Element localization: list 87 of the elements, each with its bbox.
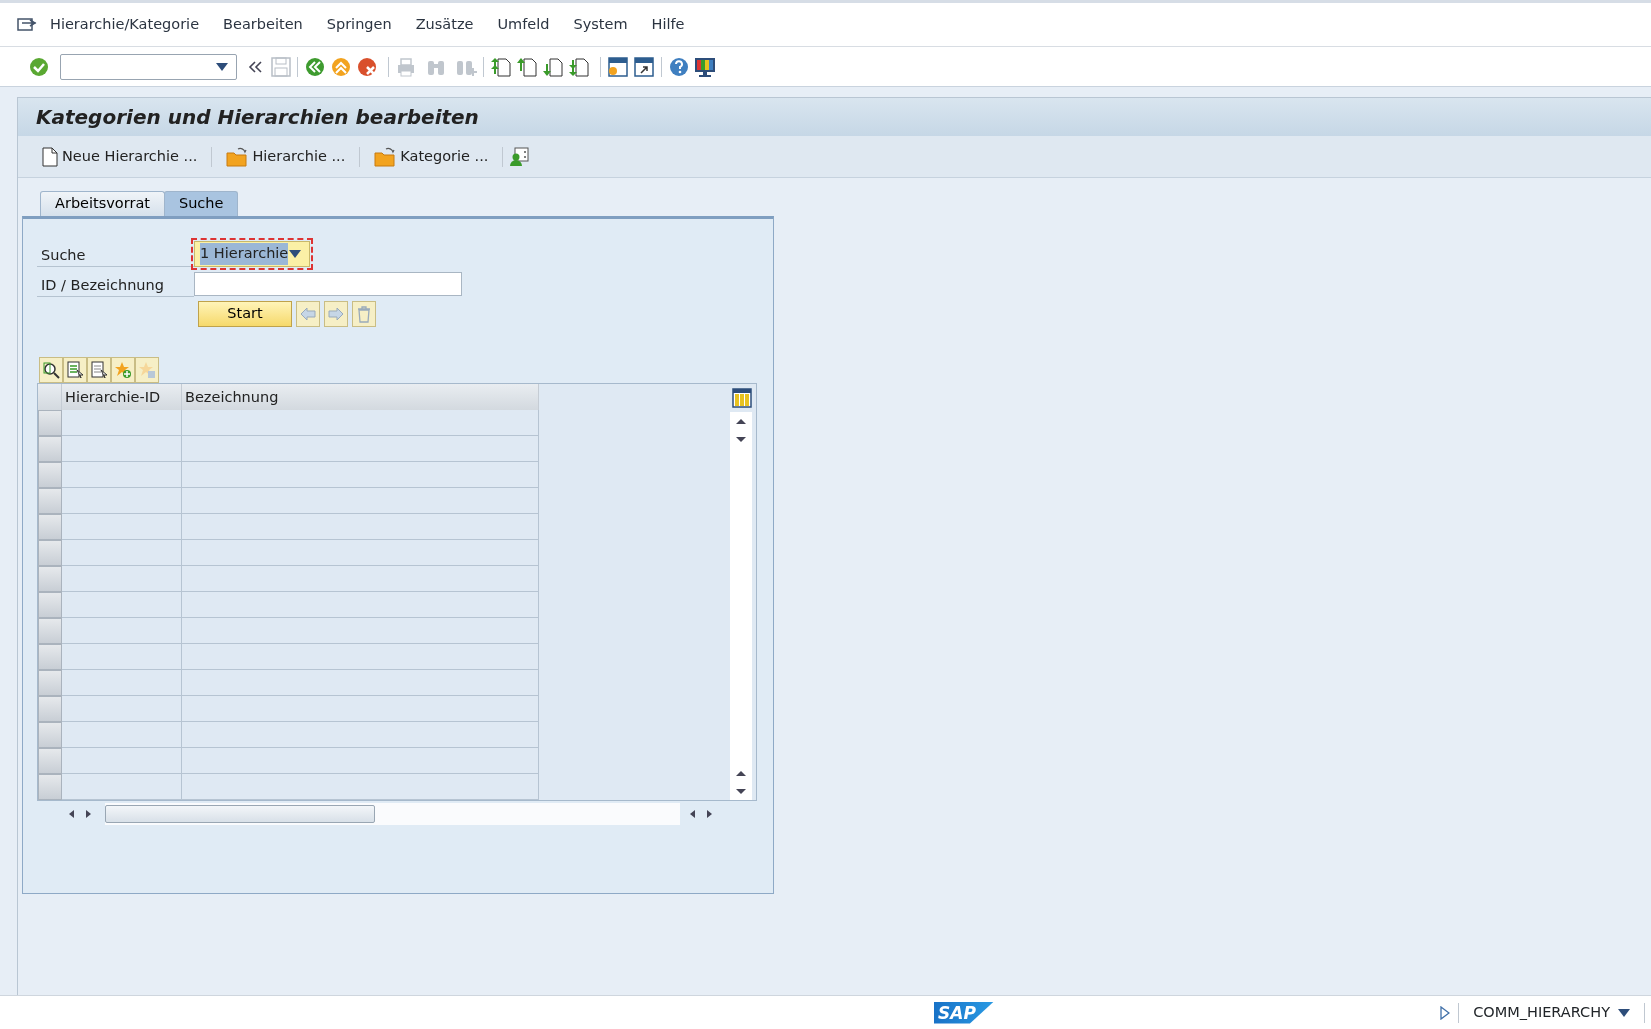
star-delete-icon [138, 361, 156, 379]
magnifier-button[interactable] [39, 357, 63, 383]
toolbar-button[interactable]: Kategorie ... [366, 143, 497, 170]
previous-page-icon[interactable] [516, 55, 538, 78]
previous-button[interactable] [296, 301, 320, 327]
scroll-right-icon[interactable] [705, 809, 714, 819]
next-page-icon[interactable] [542, 55, 564, 78]
tab[interactable]: Arbeitsvorrat [40, 191, 165, 216]
row-selector[interactable] [38, 644, 62, 670]
help-icon[interactable] [668, 55, 690, 78]
input-field[interactable] [194, 272, 462, 296]
logo: SAP [934, 1001, 994, 1024]
screen-title: Kategorien und Hierarchien bearbeiten [18, 98, 1651, 136]
cancel-icon[interactable] [356, 55, 378, 78]
print-icon[interactable] [395, 55, 417, 78]
folder-icon [374, 146, 397, 167]
exit-icon[interactable] [330, 55, 352, 78]
last-page-icon[interactable] [568, 55, 590, 78]
monitor-icon[interactable] [694, 55, 716, 78]
next-icon [327, 305, 345, 323]
command-field[interactable] [60, 53, 237, 80]
save-icon[interactable] [271, 56, 291, 77]
new-window-icon[interactable] [607, 55, 629, 78]
back-icon[interactable] [304, 55, 326, 78]
row-selector[interactable] [38, 748, 62, 774]
start-button[interactable]: Start [198, 301, 292, 327]
row-selector[interactable] [38, 488, 62, 514]
menu-icon[interactable] [16, 15, 38, 34]
delete-button[interactable] [352, 301, 376, 327]
toolbar-button[interactable]: Neue Hierarchie ... [34, 143, 206, 170]
menu-item[interactable]: Hilfe [639, 13, 697, 36]
scroll-down-icon[interactable] [735, 786, 747, 796]
scroll-right-icon[interactable] [84, 809, 93, 819]
folder-icon [226, 146, 249, 167]
menu-item[interactable]: System [561, 13, 640, 36]
menu-item[interactable]: Zusätze [403, 13, 486, 36]
menu-item[interactable]: Hierarchie/Kategorie [38, 13, 212, 36]
tab[interactable]: Suche [163, 191, 239, 216]
row-selector[interactable] [38, 462, 62, 488]
menu-item[interactable]: Springen [314, 13, 404, 36]
row-selector[interactable] [38, 722, 62, 748]
scroll-left-icon[interactable] [67, 809, 76, 819]
menu-item[interactable]: Umfeld [485, 13, 562, 36]
delete-icon [355, 305, 373, 323]
scroll-up-icon[interactable] [735, 416, 747, 426]
check-icon[interactable] [28, 55, 50, 78]
column-header[interactable]: Hierarchie-ID [62, 384, 182, 410]
scroll-down-icon[interactable] [735, 434, 747, 444]
next-button[interactable] [324, 301, 348, 327]
row-selector[interactable] [38, 618, 62, 644]
double-chevron-icon[interactable] [247, 59, 263, 74]
row-selector[interactable] [38, 670, 62, 696]
scrollbar-thumb[interactable] [105, 805, 375, 823]
caret-icon[interactable] [216, 62, 228, 71]
scroll-left-icon[interactable] [688, 809, 697, 819]
shortcut-window-icon[interactable] [633, 55, 655, 78]
star-add-button[interactable] [111, 357, 135, 383]
star-delete-button[interactable] [135, 357, 159, 383]
row-selector[interactable] [38, 540, 62, 566]
user-settings-icon[interactable] [509, 146, 530, 167]
row-selector[interactable] [38, 774, 62, 800]
row-selector[interactable] [38, 514, 62, 540]
previous-icon [299, 305, 317, 323]
transaction-dropdown[interactable]: COMM_HIERARCHY [1465, 1001, 1638, 1024]
list-select-button[interactable] [63, 357, 87, 383]
scroll-up-icon[interactable] [735, 768, 747, 778]
caret-icon [1618, 1008, 1630, 1017]
row-selector[interactable] [38, 410, 62, 436]
magnifier-icon [42, 361, 60, 379]
list-pointer-icon [90, 361, 108, 379]
list-pointer-button[interactable] [87, 357, 111, 383]
menu-item[interactable]: Bearbeiten [211, 13, 315, 36]
table-corner-cell[interactable] [38, 384, 62, 410]
first-page-icon[interactable] [490, 55, 512, 78]
list-select-icon [66, 361, 84, 379]
play-icon[interactable] [1440, 1005, 1451, 1020]
star-add-icon [114, 361, 132, 379]
row-selector[interactable] [38, 696, 62, 722]
toolbar-button[interactable]: Hierarchie ... [218, 143, 354, 170]
document-icon [42, 146, 58, 167]
column-layout-icon[interactable] [732, 388, 752, 408]
row-selector[interactable] [38, 592, 62, 618]
row-selector[interactable] [38, 566, 62, 592]
column-header[interactable]: Bezeichnung [182, 384, 539, 410]
caret-icon[interactable] [289, 250, 301, 258]
dropdown-field[interactable]: 1 Hierarchie [194, 241, 310, 267]
row-selector[interactable] [38, 436, 62, 462]
